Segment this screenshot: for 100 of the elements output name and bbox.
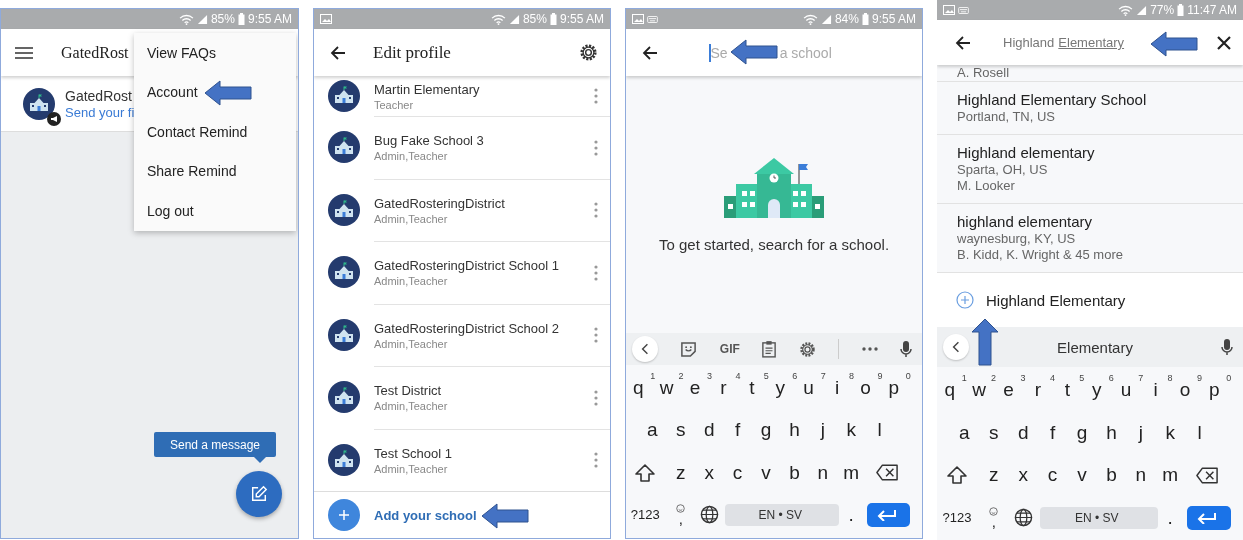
keyboard-key[interactable]: x: [1010, 458, 1041, 493]
keyboard-key[interactable]: l: [1186, 415, 1217, 450]
compose-button[interactable]: [236, 471, 282, 517]
search-result[interactable]: A. Rosell: [937, 65, 1243, 82]
close-icon[interactable]: [1217, 35, 1231, 50]
more-options-icon[interactable]: [594, 264, 598, 281]
keyboard-key[interactable]: y 6: [1083, 373, 1114, 408]
keyboard-key[interactable]: g: [753, 413, 783, 448]
settings-icon[interactable]: [798, 340, 816, 358]
menu-item[interactable]: View FAQs: [134, 33, 296, 73]
keyboard-key[interactable]: x: [696, 455, 727, 490]
more-options-icon[interactable]: [594, 389, 598, 406]
school-list-item[interactable]: GatedRosteringDistrict Admin,Teacher: [314, 178, 610, 241]
collapse-button[interactable]: [632, 336, 658, 362]
enter-icon: [876, 508, 897, 521]
menu-item[interactable]: Log out: [134, 191, 296, 231]
keyboard-key[interactable]: s: [667, 413, 698, 448]
keyboard-key[interactable]: n: [809, 455, 840, 490]
keyboard-key[interactable]: m: [838, 455, 869, 490]
school-role: Admin,Teacher: [374, 400, 448, 413]
school-list-item[interactable]: GatedRosteringDistrict School 2 Admin,Teacher: [314, 303, 610, 366]
keyboard-key[interactable]: k: [838, 413, 869, 448]
keyboard-key[interactable]: h: [1098, 415, 1129, 450]
back-arrow-icon[interactable]: [330, 44, 346, 61]
keyboard-key[interactable]: d: [696, 413, 727, 448]
search-result[interactable]: Highland elementary Sparta, OH, US M. Looker: [937, 135, 1243, 204]
keyboard-key[interactable]: d: [1010, 415, 1041, 450]
menu-item[interactable]: Contact Remind: [134, 112, 296, 152]
gif-button[interactable]: GIF: [719, 342, 740, 356]
keyboard-key[interactable]: ?123: [939, 500, 979, 535]
keyboard-key[interactable]: r 4: [1024, 373, 1055, 408]
clipboard-icon[interactable]: [762, 340, 777, 358]
keyboard-key[interactable]: z: [980, 458, 1011, 493]
suggestion-button[interactable]: Elementary: [969, 338, 1221, 356]
search-field[interactable]: Highland Elementary: [1003, 35, 1217, 50]
keyboard-key[interactable]: .: [838, 497, 869, 532]
more-options-icon[interactable]: [594, 139, 598, 156]
enter-key[interactable]: [867, 502, 910, 527]
school-list-item[interactable]: Test District Admin,Teacher: [314, 366, 610, 429]
keyboard-key[interactable]: c: [1039, 458, 1070, 493]
keyboard-key[interactable]: z: [667, 455, 698, 490]
microphone-icon[interactable]: [899, 340, 912, 358]
more-options-icon[interactable]: [594, 327, 598, 344]
microphone-icon[interactable]: [1221, 338, 1233, 356]
menu-icon[interactable]: [15, 46, 33, 59]
keyboard-key[interactable]: c: [724, 455, 755, 490]
enter-key[interactable]: [1186, 505, 1231, 530]
menu-item[interactable]: Share Remind: [134, 151, 296, 191]
keyboard-key[interactable]: v: [753, 455, 783, 490]
space-key[interactable]: EN • SV: [1039, 506, 1158, 529]
space-key[interactable]: EN • SV: [725, 503, 839, 526]
comma-key[interactable]: ,: [667, 497, 698, 532]
collapse-button[interactable]: [943, 334, 969, 360]
keyboard-key[interactable]: e 3: [995, 373, 1026, 408]
keyboard-key[interactable]: t 5: [1054, 373, 1085, 408]
keyboard-key[interactable]: f: [724, 413, 755, 448]
keyboard-key[interactable]: l: [866, 413, 897, 448]
menu-item[interactable]: Account: [134, 72, 296, 112]
keyboard-key[interactable]: o 9: [1171, 373, 1202, 408]
comma-key[interactable]: ,: [980, 500, 1011, 535]
settings-icon[interactable]: [579, 43, 598, 62]
school-role: Teacher: [374, 98, 415, 111]
keyboard-key[interactable]: q 1: [626, 371, 656, 406]
keyboard-key[interactable]: i 8: [1142, 373, 1173, 408]
school-list-item[interactable]: Test School 1 Admin,Teacher: [314, 428, 610, 491]
more-options-icon[interactable]: [594, 202, 598, 219]
keyboard-key[interactable]: g: [1069, 415, 1099, 450]
keyboard-key[interactable]: j: [809, 413, 840, 448]
add-school-button[interactable]: Add your school: [328, 499, 477, 531]
keyboard-key[interactable]: a: [639, 413, 670, 448]
keyboard-key[interactable]: s: [980, 415, 1011, 450]
keyboard-key[interactable]: b: [1098, 458, 1129, 493]
keyboard-key[interactable]: b: [781, 455, 812, 490]
keyboard-key[interactable]: a: [951, 415, 982, 450]
school-list-item[interactable]: Martin Elementary Teacher: [314, 76, 610, 116]
globe-icon: [1013, 508, 1033, 528]
keyboard-key[interactable]: ?123: [627, 497, 667, 532]
add-school-button[interactable]: Highland Elementary: [956, 291, 1126, 309]
keyboard-key[interactable]: u 7: [1113, 373, 1144, 408]
more-icon[interactable]: [861, 347, 878, 351]
keyboard-key[interactable]: h: [781, 413, 812, 448]
search-result[interactable]: Highland Elementary School Portland, TN, US: [937, 82, 1243, 135]
keyboard-key[interactable]: w 2: [966, 373, 997, 408]
back-arrow-icon[interactable]: [642, 44, 658, 61]
keyboard-key[interactable]: j: [1127, 415, 1158, 450]
keyboard-key[interactable]: m: [1157, 458, 1188, 493]
keyboard-key[interactable]: f: [1039, 415, 1070, 450]
more-options-icon[interactable]: [594, 88, 598, 104]
more-options-icon[interactable]: [594, 452, 598, 469]
school-list-item[interactable]: GatedRosteringDistrict School 1 Admin,Teacher: [314, 241, 610, 304]
keyboard-key[interactable]: q 1: [937, 373, 967, 408]
keyboard-key[interactable]: .: [1157, 500, 1188, 535]
back-arrow-icon[interactable]: [955, 34, 971, 51]
school-list-item[interactable]: Bug Fake School 3 Admin,Teacher: [314, 116, 610, 179]
keyboard-key[interactable]: k: [1157, 415, 1188, 450]
keyboard-key[interactable]: e 3: [682, 371, 712, 406]
sticker-icon[interactable]: [680, 340, 698, 358]
keyboard-key[interactable]: p 0: [1201, 373, 1232, 408]
keyboard-key[interactable]: v: [1069, 458, 1099, 493]
keyboard-key[interactable]: n: [1127, 458, 1158, 493]
